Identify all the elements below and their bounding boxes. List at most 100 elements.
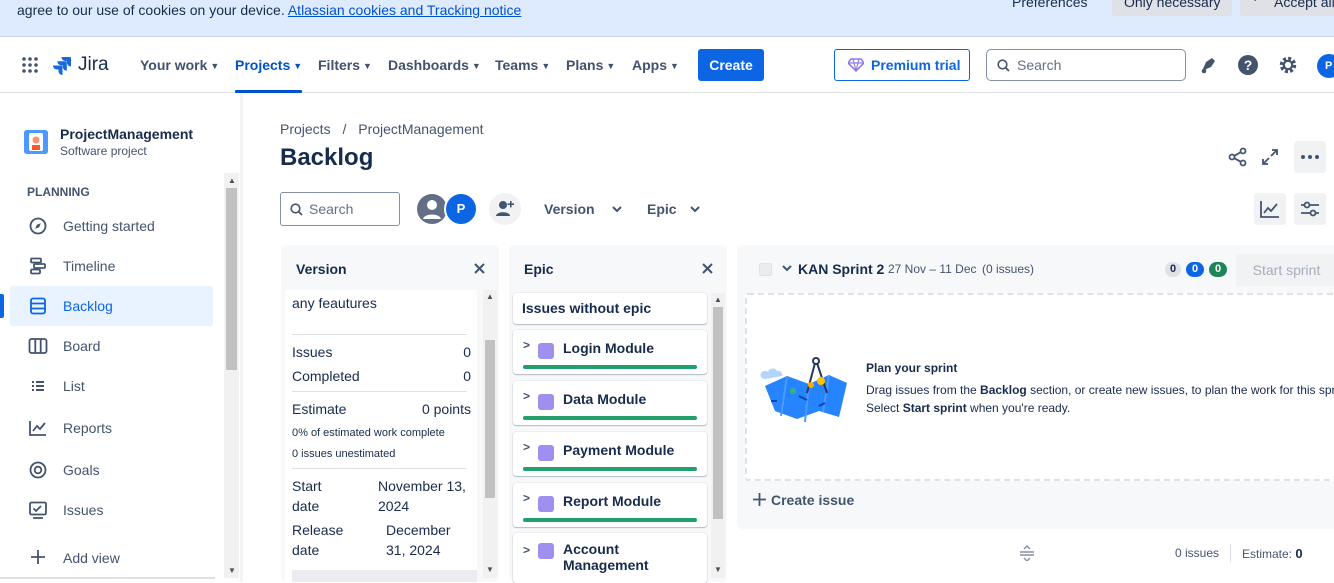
epic-name-line2: Management: [563, 557, 649, 573]
epic-name: Login Module: [563, 340, 654, 356]
more-icon: [1301, 155, 1319, 159]
epic-progress-bar: [523, 518, 697, 522]
create-button[interactable]: Create: [698, 49, 764, 81]
drag-handle-icon[interactable]: [1019, 545, 1035, 561]
version-panel-title: Version: [296, 261, 347, 277]
chevron-down-icon[interactable]: [782, 265, 792, 272]
svg-text:?: ?: [1244, 57, 1253, 73]
sidebar-item-getting-started[interactable]: Getting started: [10, 206, 213, 246]
search-icon: [290, 203, 303, 216]
insights-button[interactable]: [1254, 193, 1286, 225]
cookie-notice-link[interactable]: Atlassian cookies and Tracking notice: [288, 2, 521, 18]
epic-filter-dropdown[interactable]: Epic: [647, 201, 701, 217]
premium-trial-button[interactable]: Premium trial: [834, 49, 970, 81]
user-avatar-p[interactable]: P: [444, 192, 478, 226]
nav-apps[interactable]: Apps ▼: [632, 37, 679, 93]
preferences-button[interactable]: Preferences: [1000, 0, 1099, 16]
scroll-up-arrow-icon[interactable]: ▲: [714, 295, 722, 304]
jira-logo-icon: [53, 57, 71, 75]
epic-scrollbar[interactable]: ▲ ▼: [711, 293, 725, 578]
add-people-icon[interactable]: [489, 193, 521, 225]
accept-all-button[interactable]: ✓ Accept all: [1240, 0, 1334, 16]
epic-progress-bar: [523, 467, 697, 471]
add-view-button[interactable]: Add view: [10, 538, 213, 578]
nav-your-work[interactable]: Your work ▼: [140, 37, 219, 93]
plan-sprint-line1: Drag issues from the Backlog section, or…: [866, 383, 1334, 397]
project-header[interactable]: ProjectManagement Software project: [24, 126, 224, 161]
cookie-text: agree to our use of cookies on your devi…: [17, 2, 521, 18]
chevron-down-icon: [690, 206, 701, 213]
breadcrumb-projects[interactable]: Projects: [280, 121, 331, 137]
sidebar-item-timeline[interactable]: Timeline: [10, 246, 213, 286]
help-icon[interactable]: ?: [1238, 55, 1258, 75]
scroll-down-arrow-icon[interactable]: ▼: [228, 566, 236, 575]
add-view-label: Add view: [63, 550, 120, 566]
jira-logo-text: Jira: [78, 54, 109, 75]
only-necessary-button[interactable]: Only necessary: [1112, 0, 1233, 16]
sidebar-item-label: Getting started: [63, 218, 155, 234]
epic-card[interactable]: > Report Module: [513, 483, 707, 527]
nav-plans[interactable]: Plans ▼: [566, 37, 615, 93]
sprint-dropzone[interactable]: Plan your sprint Drag issues from the Ba…: [745, 293, 1334, 481]
version-scrollbar-thumb[interactable]: [485, 340, 495, 498]
create-issue-button[interactable]: Create issue: [753, 492, 854, 508]
sprint-select-checkbox[interactable]: [759, 263, 772, 276]
global-search-input[interactable]: Search: [986, 49, 1186, 81]
estimate-value: 0 points: [421, 401, 471, 417]
estimate-label: Estimate: [292, 401, 347, 417]
epic-card[interactable]: > Login Module: [513, 330, 707, 374]
fullscreen-icon[interactable]: [1261, 148, 1279, 166]
nav-dashboards[interactable]: Dashboards ▼: [388, 37, 481, 93]
nav-filters[interactable]: Filters ▼: [318, 37, 372, 93]
divider: [292, 391, 467, 392]
backlog-search-input[interactable]: Search: [280, 192, 400, 226]
sidebar-item-list[interactable]: List: [10, 366, 213, 406]
sidebar-scrollbar[interactable]: ▲ ▼: [224, 173, 239, 578]
nav-teams[interactable]: Teams ▼: [495, 37, 550, 93]
sidebar-item-reports[interactable]: Reports: [10, 408, 213, 448]
estimate-divider: [1230, 544, 1231, 562]
epic-card[interactable]: > Account Management: [513, 533, 707, 583]
epic-card[interactable]: > Payment Module: [513, 432, 707, 476]
completed-label: Completed: [292, 368, 360, 384]
scroll-up-arrow-icon[interactable]: ▲: [486, 292, 494, 301]
app-switcher-icon[interactable]: [22, 57, 38, 73]
share-icon[interactable]: [1228, 147, 1248, 167]
start-sprint-button[interactable]: Start sprint: [1236, 254, 1334, 286]
version-filter-dropdown[interactable]: Version: [544, 201, 623, 217]
sidebar-item-issues[interactable]: Issues: [10, 490, 213, 530]
issues-without-epic[interactable]: Issues without epic: [513, 293, 707, 324]
sidebar-item-backlog[interactable]: Backlog: [0, 286, 213, 326]
sidebar-item-label: Reports: [63, 420, 113, 436]
epic-scrollbar-thumb[interactable]: [713, 307, 723, 519]
scroll-down-arrow-icon[interactable]: ▼: [714, 565, 722, 574]
scroll-up-arrow-icon[interactable]: ▲: [228, 176, 236, 185]
nav-projects[interactable]: Projects ▼: [235, 37, 303, 93]
chevron-down-icon: ▼: [606, 61, 616, 71]
epic-card[interactable]: > Data Module: [513, 381, 707, 425]
jira-logo[interactable]: Jira: [52, 53, 109, 77]
breadcrumb-project[interactable]: ProjectManagement: [358, 121, 483, 137]
issues-without-epic-label: Issues without epic: [522, 300, 652, 316]
view-settings-button[interactable]: [1294, 193, 1326, 225]
goals-icon: [28, 460, 48, 480]
epic-name: Data Module: [563, 391, 647, 407]
scroll-down-arrow-icon[interactable]: ▼: [486, 565, 494, 574]
close-icon[interactable]: [474, 263, 485, 274]
more-actions-button[interactable]: [1294, 141, 1326, 173]
plan-sprint-illustration: [759, 351, 853, 425]
epic-color-swatch: [538, 445, 554, 461]
sidebar-item-goals[interactable]: Goals: [10, 450, 213, 490]
epic-progress-bar: [523, 365, 697, 369]
breadcrumb-separator: /: [342, 121, 347, 137]
version-scrollbar[interactable]: ▲ ▼: [483, 290, 497, 578]
user-avatar-letter: P: [456, 201, 466, 216]
profile-avatar[interactable]: P: [1317, 54, 1334, 78]
notifications-icon[interactable]: [1199, 55, 1219, 75]
status-badge-done: 0: [1209, 262, 1227, 277]
sidebar-item-board[interactable]: Board: [10, 326, 213, 366]
version-card[interactable]: any feautures Issues 0 Completed 0 Estim…: [285, 290, 477, 582]
settings-gear-icon[interactable]: [1278, 55, 1298, 75]
sidebar-scrollbar-thumb[interactable]: [226, 188, 237, 370]
close-icon[interactable]: [702, 263, 713, 274]
